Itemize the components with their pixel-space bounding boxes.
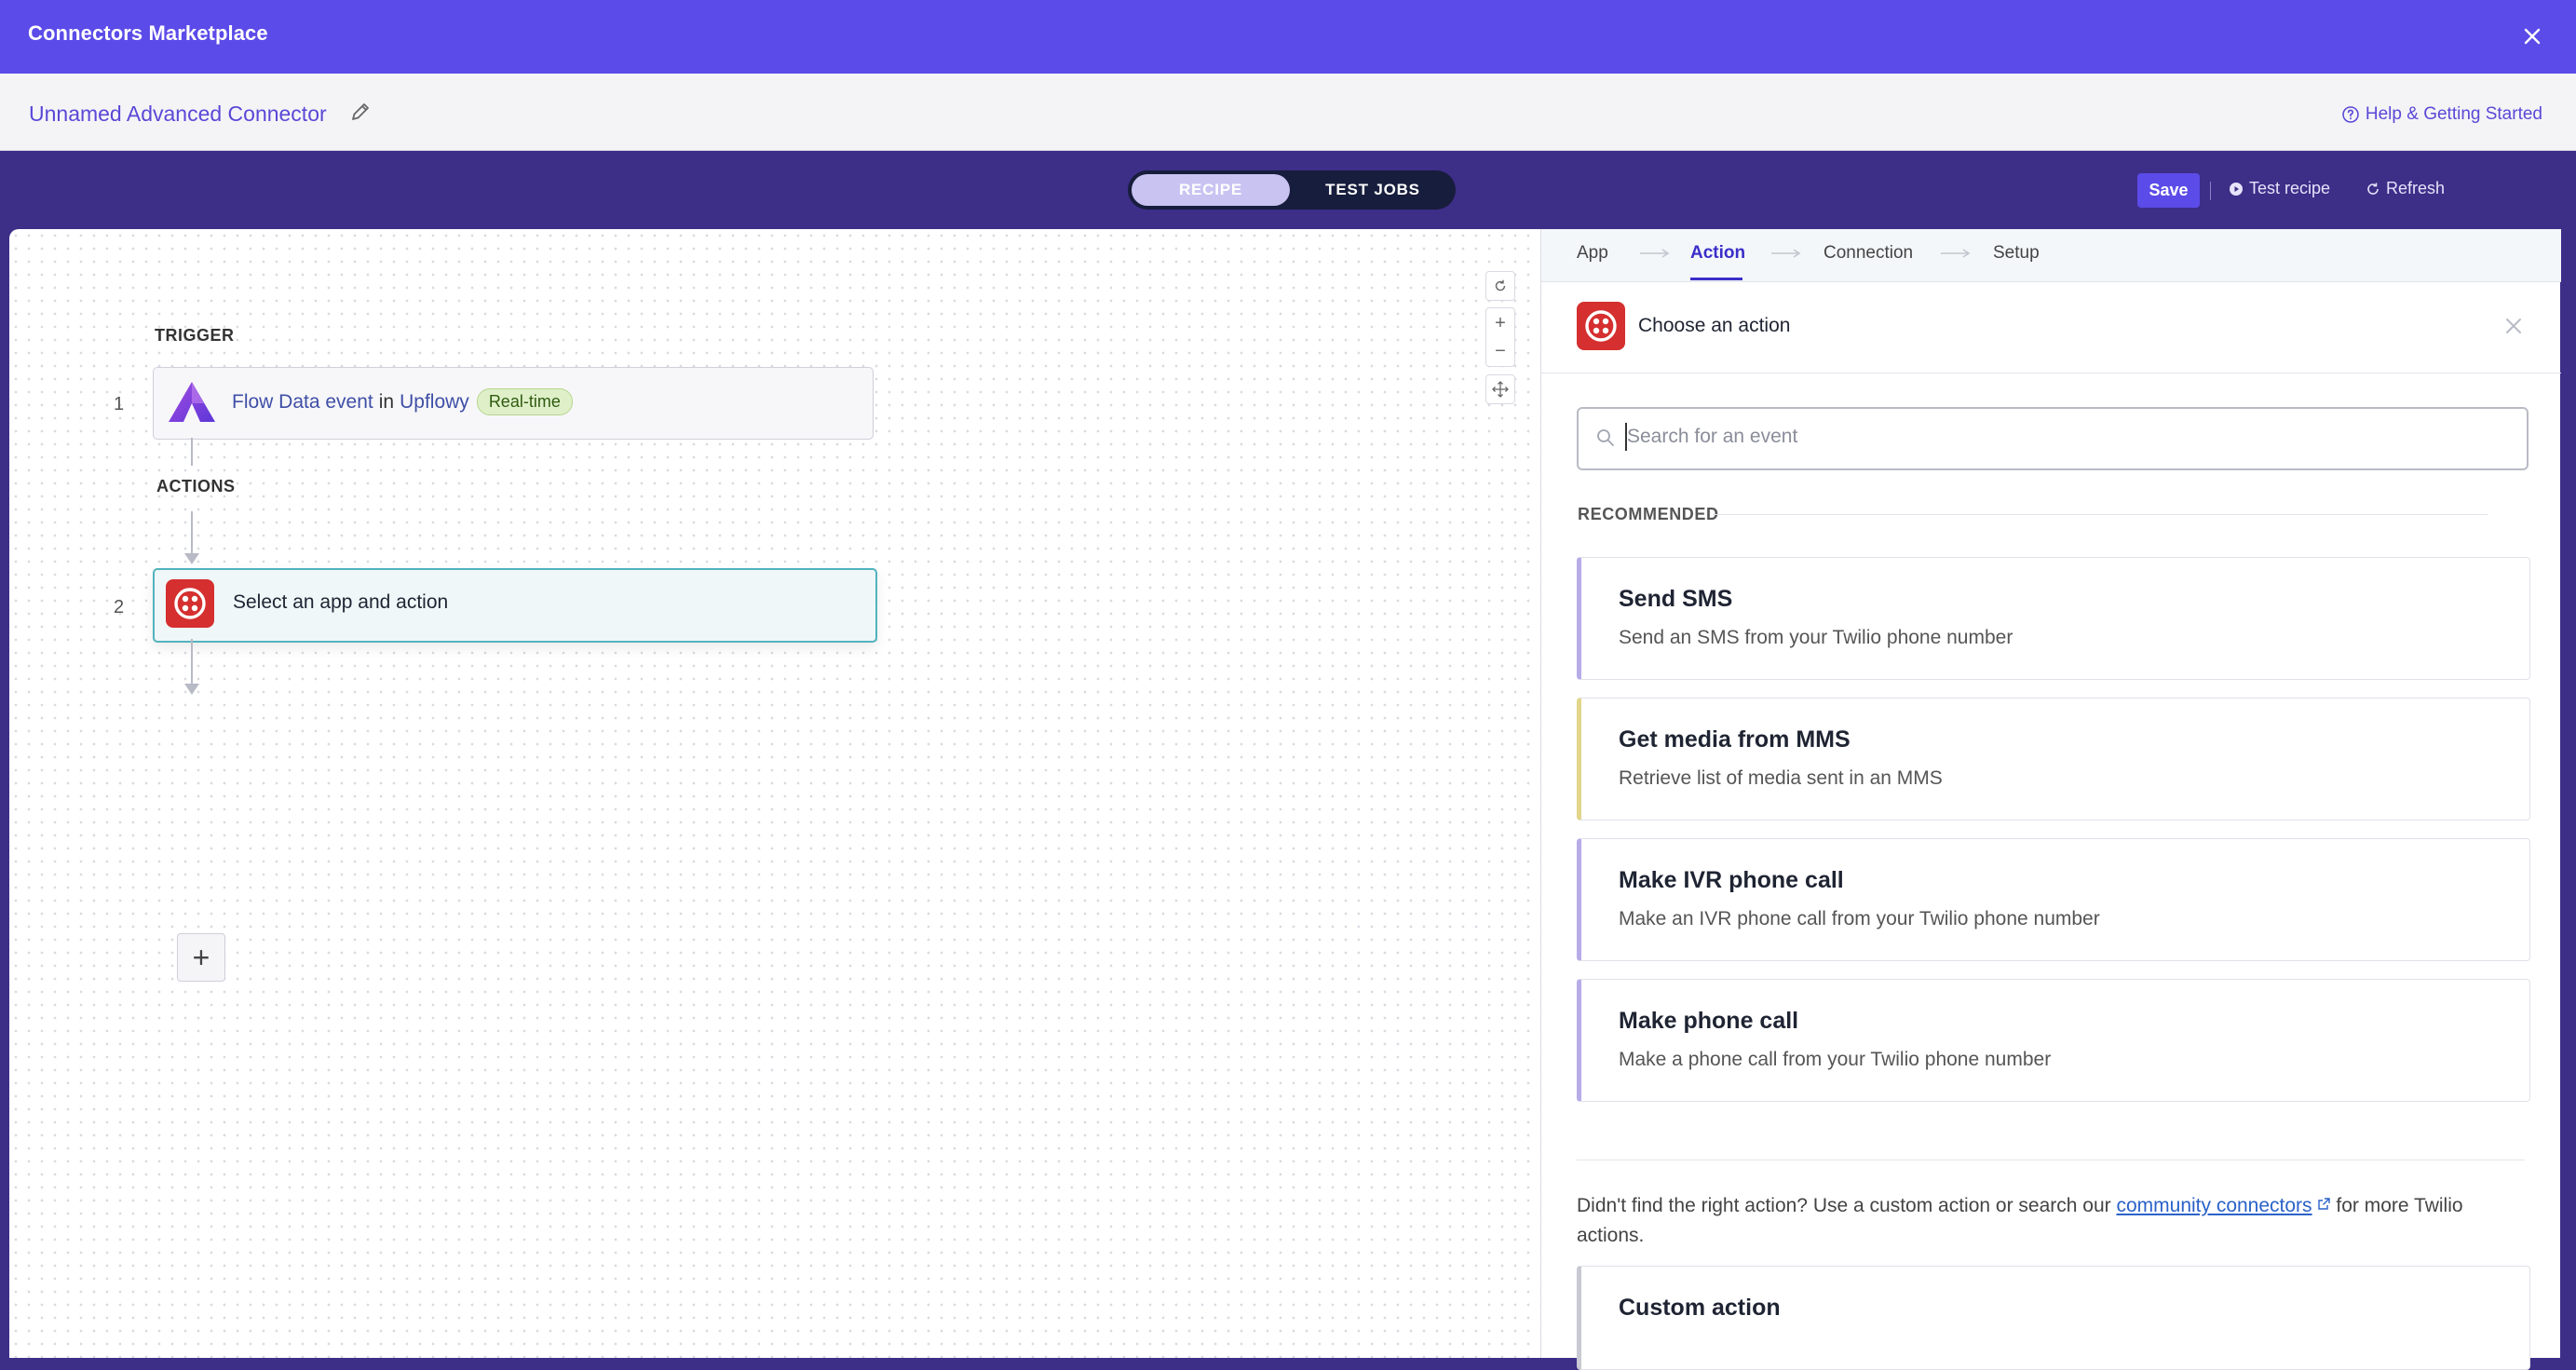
action-title: Make IVR phone call [1619, 867, 1844, 893]
action-step-card[interactable]: Select an app and action [153, 568, 877, 643]
external-link-icon [2317, 1194, 2331, 1215]
trigger-app: Upflowy [400, 390, 469, 413]
panel-title: Choose an action [1638, 315, 1791, 336]
help-link[interactable]: Help & Getting Started [2341, 104, 2542, 125]
tab-action[interactable]: Action [1690, 243, 1745, 264]
section-divider [1713, 514, 2488, 515]
arrow-down-icon [184, 684, 199, 695]
arrow-right-icon [1640, 249, 1670, 258]
action-option-get-media-from-mms[interactable]: Get media from MMS Retrieve list of medi… [1577, 698, 2530, 821]
refresh-button[interactable]: Refresh [2366, 179, 2445, 198]
arrow-right-icon [1941, 249, 1971, 258]
actions-label: ACTIONS [156, 477, 236, 495]
reset-view-icon[interactable] [1485, 271, 1515, 301]
search-input[interactable]: Search for an event [1577, 407, 2529, 470]
fit-view-icon[interactable] [1485, 374, 1515, 404]
action-description: Send an SMS from your Twilio phone numbe… [1619, 627, 2013, 648]
connector-line [191, 639, 193, 685]
top-bar: Connectors Marketplace [0, 0, 2576, 74]
tab-setup[interactable]: Setup [1993, 243, 2040, 264]
zoom-in-icon[interactable]: + [1495, 309, 1506, 337]
tab-test-jobs[interactable]: TEST JOBS [1294, 174, 1452, 206]
action-title: Send SMS [1619, 586, 1733, 612]
action-description: Make an IVR phone call from your Twilio … [1619, 908, 2100, 929]
trigger-label: TRIGGER [155, 326, 235, 345]
tab-connection[interactable]: Connection [1824, 243, 1913, 264]
action-title: Custom action [1619, 1295, 1781, 1321]
tab-recipe[interactable]: RECIPE [1132, 174, 1290, 206]
zoom-out-icon[interactable]: − [1495, 337, 1506, 365]
view-toggle: RECIPE TEST JOBS [1128, 170, 1456, 210]
connector-line [191, 511, 193, 556]
toolbar-divider [2210, 182, 2211, 200]
action-title: Make phone call [1619, 1008, 1799, 1034]
zoom-controls: + − [1485, 307, 1515, 367]
arrow-right-icon [1771, 249, 1801, 258]
trigger-step-card[interactable]: Flow Data event in Upflowy Real-time [153, 367, 874, 440]
action-description: Make a phone call from your Twilio phone… [1619, 1049, 2052, 1070]
twilio-logo-icon [166, 579, 214, 628]
action-option-custom-action[interactable]: Custom action [1577, 1266, 2530, 1370]
action-option-make-phone-call[interactable]: Make phone call Make a phone call from y… [1577, 979, 2530, 1102]
recipe-toolbar: RECIPE TEST JOBS Save Test recipe Refres… [0, 151, 2576, 229]
close-icon[interactable] [2516, 20, 2548, 52]
trigger-in: in [378, 390, 395, 413]
app-title: Connectors Marketplace [28, 21, 268, 45]
close-icon[interactable] [2502, 315, 2525, 342]
action-description: Retrieve list of media sent in an MMS [1619, 767, 1943, 789]
community-connectors-link[interactable]: community connectors [2116, 1195, 2312, 1216]
action-picker-panel: App Action Connection Setup Choose an ac… [1540, 229, 2561, 1370]
panel-header: Choose an action [1541, 281, 2561, 373]
help-link-label: Help & Getting Started [2365, 104, 2542, 124]
add-step-button[interactable]: + [177, 933, 225, 982]
test-recipe-label: Test recipe [2249, 179, 2331, 197]
help-circle-icon [2342, 106, 2359, 123]
wizard-tabs: App Action Connection Setup [1541, 229, 2561, 282]
search-placeholder: Search for an event [1627, 426, 1798, 447]
action-option-send-sms[interactable]: Send SMS Send an SMS from your Twilio ph… [1577, 557, 2530, 680]
pencil-icon[interactable] [348, 100, 373, 129]
upflowy-logo-icon [167, 379, 217, 430]
step-number: 2 [114, 597, 125, 617]
action-option-make-ivr-phone-call[interactable]: Make IVR phone call Make an IVR phone ca… [1577, 838, 2530, 961]
connector-header: Unnamed Advanced Connector Help & Gettin… [0, 74, 2576, 151]
refresh-icon [2367, 183, 2379, 195]
search-icon [1595, 427, 1616, 453]
twilio-logo-icon [1577, 302, 1625, 350]
trigger-event: Flow Data event [232, 390, 373, 413]
connector-line [191, 438, 193, 466]
recipe-canvas[interactable]: TRIGGER 1 Flow Data event in Upflowy Rea… [9, 229, 1540, 1358]
active-tab-indicator [1690, 278, 1742, 280]
refresh-label: Refresh [2386, 179, 2446, 197]
recommended-label: RECOMMENDED [1578, 505, 1719, 523]
action-title: Get media from MMS [1619, 726, 1851, 753]
arrow-down-icon [184, 553, 199, 564]
tab-app[interactable]: App [1577, 243, 1608, 264]
hint-prefix: Didn't find the right action? Use a cust… [1577, 1195, 2117, 1216]
connector-name[interactable]: Unnamed Advanced Connector [29, 102, 327, 127]
realtime-badge: Real-time [476, 388, 573, 415]
play-icon [2230, 182, 2243, 196]
test-recipe-button[interactable]: Test recipe [2229, 179, 2330, 198]
step-number: 1 [114, 394, 125, 414]
save-button[interactable]: Save [2137, 173, 2200, 208]
custom-action-hint: Didn't find the right action? Use a cust… [1577, 1190, 2508, 1251]
trigger-step-text: Flow Data event in Upflowy Real-time [232, 388, 573, 415]
action-step-text: Select an app and action [233, 591, 449, 613]
